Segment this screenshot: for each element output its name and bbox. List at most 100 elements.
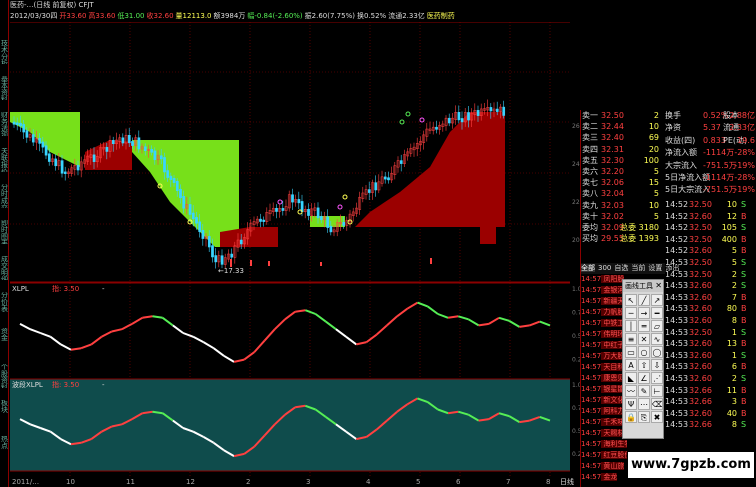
stat-value: 5.37 (703, 123, 721, 133)
left-tab[interactable]: 关联报价 (0, 148, 9, 172)
stat-row: 换手 0.52% 股本 2.88亿 (665, 110, 756, 122)
rect-icon[interactable]: ▭ (625, 346, 637, 358)
feed-row[interactable]: 14:57 千禾味业 (581, 417, 627, 428)
gann-icon[interactable]: ✕ (638, 333, 650, 345)
drawing-tools-titlebar[interactable]: 画线工具 ✕ (623, 280, 663, 292)
feed-stock-name: 阿科力 (601, 407, 625, 415)
lock-icon[interactable]: 🔒 (625, 411, 637, 423)
ind1-pane[interactable]: XLPL 指: 3.50 - (10, 282, 570, 363)
candle-body (63, 171, 67, 174)
feed-row[interactable]: 14:57 新疆天业 (581, 296, 627, 307)
candle-body (367, 189, 371, 193)
left-tab[interactable]: 即时图表 (0, 220, 9, 244)
feed-row[interactable]: 14:57 银星能源 (581, 384, 627, 395)
feed-row[interactable]: 14:57 金银河 (581, 285, 627, 296)
ellipse-icon[interactable]: ◯ (651, 346, 663, 358)
segment-icon[interactable]: ─ (625, 307, 637, 319)
ind1-line-segment (467, 318, 480, 327)
line-icon[interactable]: ╱ (638, 294, 650, 306)
feed-row[interactable]: 14:57 康恩贝 (581, 373, 627, 384)
tick-volume: 2 (731, 281, 737, 291)
ind1-line-segment (406, 301, 419, 310)
list-tab[interactable]: 添出 (665, 264, 679, 272)
left-tab[interactable]: 基本资料 (0, 76, 9, 100)
left-tab[interactable]: 分时成交 (0, 184, 9, 208)
channel-icon[interactable]: ▱ (651, 320, 663, 332)
feed-row[interactable]: 14:57 红豆股份 (581, 450, 627, 461)
delete-icon[interactable]: ✖ (651, 411, 663, 423)
hline-icon[interactable]: ━ (651, 307, 663, 319)
speed-icon[interactable]: ◣ (625, 372, 637, 384)
arrow-icon[interactable]: → (638, 307, 650, 319)
feed-row[interactable]: 14:57 黄山旅 (581, 461, 627, 472)
list-tab[interactable]: 自选 (614, 264, 628, 272)
ray-icon[interactable]: ↗ (651, 294, 663, 306)
list-tab[interactable]: 全部 (581, 264, 595, 272)
tick-row: 14:52 32.60 12 B (665, 211, 756, 223)
tick-side: B (741, 385, 747, 395)
tick-volume: 13 (726, 339, 737, 349)
tick-row: 14:53 32.60 6 B (665, 361, 756, 373)
left-tab[interactable]: 成交明细 (0, 256, 9, 280)
main-chart-area[interactable]: ←17.33 26.00 24.00 22.00 20.00 XLPL 指: 3.50 - 1.… (10, 22, 580, 477)
ruler-icon[interactable]: ⊢ (651, 385, 663, 397)
regression-icon[interactable]: ⋯ (638, 398, 650, 410)
pitchfork-icon[interactable]: Ψ (625, 398, 637, 410)
left-tab[interactable]: 技术分析 (0, 40, 9, 64)
copy-icon[interactable]: ⎘ (638, 411, 650, 423)
feed-row[interactable]: 14:57 力帆股份 (581, 307, 627, 318)
list-tab[interactable]: 当前 (631, 264, 645, 272)
feed-row[interactable]: 14:57 天赐材料 (581, 428, 627, 439)
feed-row[interactable]: 14:57 新文化 (581, 395, 627, 406)
erase-icon[interactable]: ⌫ (651, 398, 663, 410)
feed-row[interactable]: 14:57 中铁工业 (581, 318, 627, 329)
feed-stock-name: 新文化 (601, 396, 625, 404)
wave-icon[interactable]: 〰 (625, 385, 637, 397)
left-tab[interactable]: 资金 (0, 328, 9, 352)
tick-volume: 5 (731, 258, 737, 267)
angle-icon[interactable]: ∠ (638, 372, 650, 384)
candle-body (172, 177, 176, 183)
tool-grid: ↖ ╱ ↗ ─ → ━ │ ═ ▱ ≡ ✕ ∿ ▭ ○ ◯ A ⇧ ⇩ ◣ ∠ ⋰ 〰 ✎ ⊢ Ψ ⋯ ⌫ 🔒 ⎘ ✖ (623, 292, 663, 425)
order-book-price: 32.44 (601, 122, 624, 132)
period-tab-day[interactable]: 日线 (560, 477, 580, 487)
feed-row[interactable]: 14:57 海利生物 (581, 439, 627, 450)
order-book-volume: 总委 1393 (620, 234, 659, 244)
left-tab[interactable]: 热点 (0, 436, 9, 460)
feed-row[interactable]: 14:57 万大股份 (581, 351, 627, 362)
right-quote-panel: 卖一 32.50 2 卖二 32.44 10 卖三 32.40 69 卖四 32.31 20 卖五 32.… (580, 110, 756, 487)
ind1-line-segment (19, 322, 31, 331)
up-arrow-icon[interactable]: ⇧ (638, 359, 650, 371)
left-tab[interactable]: 个股资料 (0, 364, 9, 388)
list-tab[interactable]: 300 (598, 264, 611, 272)
text-icon[interactable]: A (625, 359, 637, 371)
feed-row[interactable]: 14:57 金龙 (581, 472, 627, 483)
circle-icon[interactable]: ○ (638, 346, 650, 358)
brush-icon[interactable]: ✎ (638, 385, 650, 397)
cursor-icon[interactable]: ↖ (625, 294, 637, 306)
tick-volume: 2 (731, 374, 737, 383)
feed-row[interactable]: 14:57 凤阳股 (581, 274, 627, 285)
ind2-pane[interactable]: 波段XLPL 指: 3.50- (10, 378, 570, 471)
ind1-line-segment (295, 309, 306, 313)
feed-row[interactable]: 14:57 伟明环保 (581, 329, 627, 340)
ind1-line-segment (417, 301, 429, 308)
left-tab[interactable]: 分价表 (0, 292, 9, 316)
ind1-line-segment (284, 310, 296, 321)
feed-row[interactable]: 14:57 天目科技 (581, 362, 627, 373)
list-tab[interactable]: 设置 (648, 264, 662, 272)
feed-time: 14:57 (581, 374, 602, 382)
vline-icon[interactable]: │ (625, 320, 637, 332)
left-tab[interactable]: 板块 (0, 400, 9, 424)
parallel-icon[interactable]: ═ (638, 320, 650, 332)
left-tab-strip: 技术分析基本资料财务透视关联报价分时成交即时图表成交明细分价表资金个股资料板块热… (0, 0, 9, 487)
feed-row[interactable]: 14:57 中红子 (581, 340, 627, 351)
fan-icon[interactable]: ⋰ (651, 372, 663, 384)
fib-icon[interactable]: ≡ (625, 333, 637, 345)
down-arrow-icon[interactable]: ⇩ (651, 359, 663, 371)
close-icon[interactable]: ✕ (655, 280, 662, 292)
left-tab[interactable]: 财务透视 (0, 112, 9, 136)
tick-price: 32.50 (689, 258, 712, 267)
cycle-icon[interactable]: ∿ (651, 333, 663, 345)
feed-row[interactable]: 14:57 阿科力 (581, 406, 627, 417)
